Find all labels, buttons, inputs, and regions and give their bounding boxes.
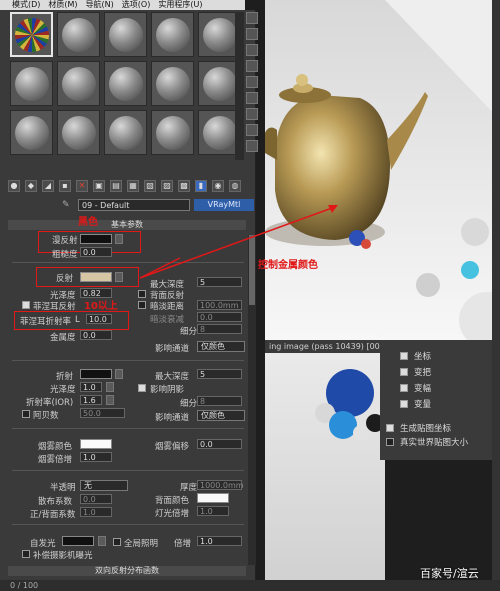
annotation-layer — [139, 205, 338, 279]
annotation-metal-color: 控制金属颜色 — [258, 260, 318, 271]
status-bar: 0 / 100 — [0, 580, 500, 591]
watermark: 百家号/渲云 — [420, 567, 479, 580]
annotation-line — [139, 257, 181, 279]
